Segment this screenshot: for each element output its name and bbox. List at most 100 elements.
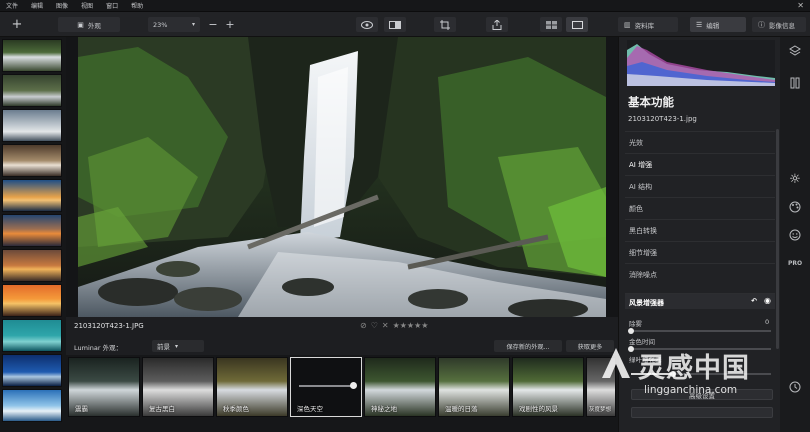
rating-controls: ⊘ ♡ ✕ ★★★★★ — [360, 321, 428, 330]
menu-file[interactable]: 文件 — [6, 1, 18, 10]
heart-icon[interactable]: ♡ — [371, 321, 378, 330]
film-thumb[interactable] — [2, 214, 62, 247]
add-filter-button[interactable] — [631, 407, 773, 418]
look-label: 秋季颜色 — [223, 405, 249, 413]
look-intensity-track — [299, 385, 353, 387]
tool-color[interactable]: 颜色 — [625, 197, 775, 217]
look-thumb[interactable]: 戏剧性的风景 — [512, 357, 584, 417]
menu-image[interactable]: 图像 — [56, 1, 68, 10]
look-thumb[interactable]: 灰度梦想 — [586, 357, 616, 417]
get-more-looks-button[interactable]: 获取更多 — [566, 340, 614, 352]
film-thumb[interactable] — [2, 39, 62, 72]
look-thumb-selected[interactable]: 深色天空 — [290, 357, 362, 417]
minus-icon: − — [208, 18, 218, 31]
slider-golden-hour-label: 金色时间 — [629, 338, 655, 346]
zoom-select[interactable]: 23% ▾ — [148, 17, 200, 32]
tool-ai-structure[interactable]: AI 结构 — [625, 175, 775, 195]
image-info-bar: 2103120T423-1.JPG ⊘ ♡ ✕ ★★★★★ — [66, 317, 618, 337]
gallery-view-button[interactable] — [540, 17, 562, 32]
look-label: 深色天空 — [297, 405, 323, 413]
close-window-icon[interactable]: ✕ — [797, 1, 804, 10]
menu-help[interactable]: 帮助 — [131, 1, 143, 10]
toolbar: + ▣ 外观 23% ▾ − + ▥ 资料库 ☰ 编辑 ⓘ 影像信息 — [0, 12, 810, 37]
slider-dehaze-label: 除雾 — [629, 320, 642, 328]
layers-icon[interactable] — [787, 43, 803, 59]
look-intensity-knob[interactable] — [350, 382, 357, 389]
library-icon: ▥ — [624, 20, 631, 29]
zoom-out-button[interactable]: − — [206, 17, 220, 32]
main-photo[interactable] — [78, 37, 606, 317]
star-rating[interactable]: ★★★★★ — [393, 321, 429, 330]
share-button[interactable] — [486, 17, 508, 32]
slider-golden-hour-knob[interactable] — [628, 346, 634, 352]
look-label: 温暖的日落 — [445, 405, 478, 413]
menu-view[interactable]: 视图 — [81, 1, 93, 10]
look-thumb[interactable]: 秋季颜色 — [216, 357, 288, 417]
plus-icon: + — [225, 18, 235, 31]
slider-dehaze-knob[interactable] — [628, 328, 634, 334]
palette-icon[interactable] — [787, 199, 803, 215]
menu-window[interactable]: 窗口 — [106, 1, 118, 10]
single-view-button[interactable] — [566, 17, 588, 32]
pro-tools-icon[interactable]: PRO — [787, 255, 803, 271]
film-thumb[interactable] — [2, 179, 62, 212]
add-images-button[interactable]: + — [8, 17, 26, 32]
tab-info-label: 影像信息 — [769, 21, 795, 30]
crop-icon — [440, 19, 450, 30]
film-thumb[interactable] — [2, 354, 62, 387]
tool-landscape-enhancer[interactable]: 风景增强器 ↶ ◉ — [625, 293, 775, 309]
zoom-in-button[interactable]: + — [222, 17, 238, 32]
slider-dehaze-value: 0 — [765, 318, 770, 326]
tool-light[interactable]: 光效 — [625, 131, 775, 151]
reject-icon[interactable]: ⊘ — [360, 321, 367, 330]
film-thumb[interactable] — [2, 389, 62, 422]
slider-golden-hour-track[interactable] — [631, 348, 771, 350]
tool-details[interactable]: 细节增强 — [625, 241, 775, 261]
looks-title: Luminar 外观： — [74, 344, 123, 352]
eye-icon[interactable]: ◉ — [764, 296, 771, 305]
close-icon[interactable]: ✕ — [382, 321, 389, 330]
advanced-settings-button[interactable]: 高级设置 — [631, 389, 773, 400]
share-icon — [492, 19, 502, 30]
looks-header: Luminar 外观： 前景 ▾ 保存新的外观... 获取更多 — [66, 337, 618, 355]
menu-bar: 文件 编辑 图像 视图 窗口 帮助 ✕ — [0, 0, 810, 12]
tab-edit-label: 编辑 — [706, 21, 720, 30]
preview-button[interactable] — [356, 17, 378, 32]
tab-info[interactable]: ⓘ 影像信息 — [752, 17, 806, 32]
tab-library[interactable]: ▥ 资料库 — [618, 17, 678, 32]
film-thumb[interactable] — [2, 109, 62, 142]
album-button[interactable]: ▣ 外观 — [58, 17, 120, 32]
look-thumb[interactable]: 温暖的日落 — [438, 357, 510, 417]
sun-icon[interactable]: ☼ — [787, 171, 803, 187]
tool-bw-conversion[interactable]: 黑白转换 — [625, 219, 775, 239]
portrait-icon[interactable] — [787, 227, 803, 243]
look-thumb[interactable]: 震霸 — [68, 357, 140, 417]
film-thumb[interactable] — [2, 319, 62, 352]
album-label: 外观 — [87, 21, 101, 30]
panel-scrollbar[interactable] — [776, 129, 779, 349]
look-thumb[interactable]: 神秘之地 — [364, 357, 436, 417]
save-look-button[interactable]: 保存新的外观... — [494, 340, 562, 352]
film-thumb[interactable] — [2, 284, 62, 317]
reset-icon[interactable]: ↶ — [751, 297, 757, 305]
compare-icon — [389, 20, 401, 29]
crop-button[interactable] — [434, 17, 456, 32]
image-filename: 2103120T423-1.JPG — [74, 322, 144, 330]
film-thumb[interactable] — [2, 74, 62, 107]
history-icon[interactable] — [787, 379, 803, 395]
compare-button[interactable] — [384, 17, 406, 32]
looks-category-select[interactable]: 前景 ▾ — [152, 340, 204, 352]
look-label: 神秘之地 — [371, 405, 397, 413]
film-thumb[interactable] — [2, 249, 62, 282]
tool-denoise[interactable]: 消除噪点 — [625, 263, 775, 283]
slider-dehaze-track[interactable] — [631, 330, 771, 332]
menu-edit[interactable]: 编辑 — [31, 1, 43, 10]
look-label: 复古黑白 — [149, 405, 175, 413]
film-thumb[interactable] — [2, 144, 62, 177]
slider-foliage-knob[interactable] — [670, 371, 676, 377]
tool-ai-enhance[interactable]: AI 增强 — [625, 153, 775, 173]
look-thumb[interactable]: 复古黑白 — [142, 357, 214, 417]
tab-edit[interactable]: ☰ 编辑 — [690, 17, 746, 32]
panel-filename: 2103120T423-1.jpg — [628, 115, 697, 123]
canvas-icon[interactable] — [787, 75, 803, 91]
